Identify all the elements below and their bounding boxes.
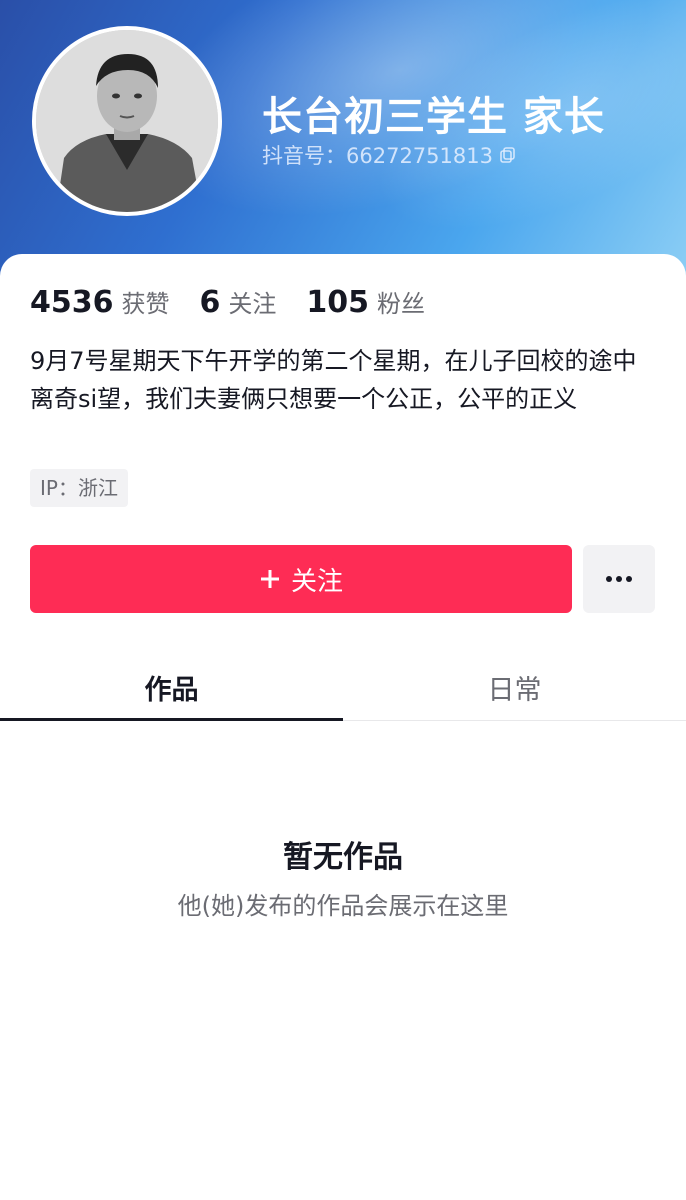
stat-following[interactable]: 6 关注 xyxy=(200,284,277,320)
stat-label: 粉丝 xyxy=(377,290,425,318)
stat-likes[interactable]: 4536 获赞 xyxy=(30,284,170,320)
ip-location-tag: IP：浙江 xyxy=(30,469,128,507)
tab-label: 作品 xyxy=(144,674,199,706)
profile-page: 长台初三学生 家长 抖音号：66272751813 4536 获赞 6 关注 1… xyxy=(0,0,686,1200)
douyin-id-text: 抖音号：66272751813 xyxy=(262,144,493,168)
empty-state-title: 暂无作品 xyxy=(283,840,403,875)
profile-photo-icon xyxy=(36,30,218,212)
tab-works[interactable]: 作品 xyxy=(0,654,343,720)
profile-nickname: 长台初三学生 家长 xyxy=(262,94,605,140)
copy-icon[interactable] xyxy=(499,146,517,164)
stat-value: 6 xyxy=(199,285,221,320)
more-options-button[interactable] xyxy=(583,545,655,613)
profile-card: 4536 获赞 6 关注 105 粉丝 9月7号星期天下午开学的第二个星期，在儿… xyxy=(0,254,686,1200)
stat-label: 获赞 xyxy=(121,290,170,318)
more-dots-icon xyxy=(606,576,632,582)
profile-bio: 9月7号星期天下午开学的第二个星期，在儿子回校的途中离奇si望，我们夫妻俩只想要… xyxy=(30,347,637,413)
tab-label: 日常 xyxy=(487,674,542,706)
follow-button[interactable]: 关注 xyxy=(30,545,572,613)
active-tab-indicator xyxy=(0,718,343,721)
empty-state-subtitle: 他(她)发布的作品会展示在这里 xyxy=(177,892,509,920)
stat-label: 关注 xyxy=(228,290,277,318)
profile-stats: 4536 获赞 6 关注 105 粉丝 xyxy=(30,284,455,320)
stat-followers[interactable]: 105 粉丝 xyxy=(306,284,425,320)
follow-button-label: 关注 xyxy=(290,566,343,597)
douyin-id[interactable]: 抖音号：66272751813 xyxy=(262,140,517,170)
stat-value: 105 xyxy=(306,285,369,320)
content-tabs: 作品 日常 xyxy=(0,654,686,721)
avatar[interactable] xyxy=(32,26,222,216)
tab-daily[interactable]: 日常 xyxy=(343,654,686,720)
plus-icon xyxy=(260,570,279,588)
stat-value: 4536 xyxy=(30,285,114,320)
